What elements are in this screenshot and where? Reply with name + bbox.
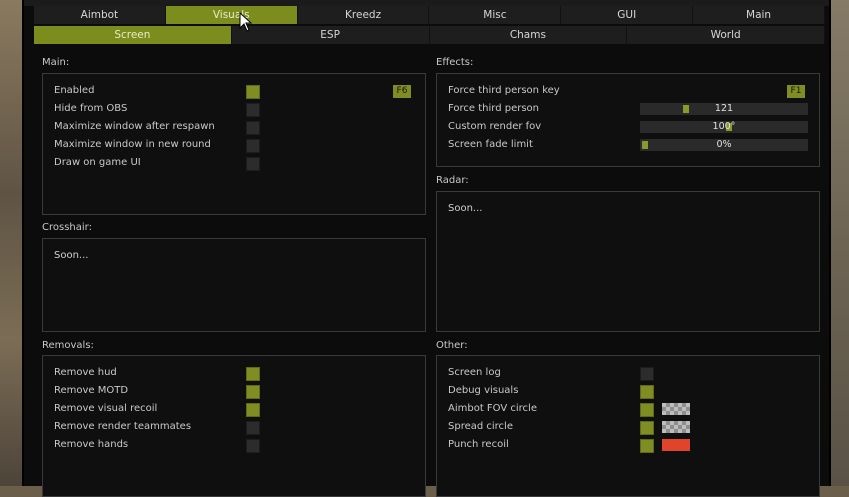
remove-motd-checkbox[interactable] — [246, 385, 260, 399]
remove-render-teammates-label: Remove render teammates — [54, 421, 192, 432]
spread-circle-color-swatch[interactable] — [662, 421, 690, 433]
mouse-cursor-icon — [239, 12, 253, 32]
screen-fade-limit-label: Screen fade limit — [448, 139, 533, 150]
effects-section-title: Effects: — [436, 57, 474, 68]
other-section-title: Other: — [436, 340, 468, 351]
crosshair-section-title: Crosshair: — [42, 222, 92, 233]
aimbot-fov-circle-color-swatch[interactable] — [662, 403, 690, 415]
subtab-screen[interactable]: Screen — [34, 26, 232, 44]
subtab-chams[interactable]: Chams — [430, 26, 628, 44]
subtab-world[interactable]: World — [627, 26, 825, 44]
tab-main[interactable]: Main — [693, 6, 825, 24]
aimbot-fov-circle-checkbox[interactable] — [640, 403, 654, 417]
slider-value: 0% — [716, 139, 732, 150]
slider-value: 121 — [714, 103, 734, 114]
radar-placeholder-text: Soon... — [448, 203, 483, 214]
tab-aimbot[interactable]: Aimbot — [34, 6, 166, 24]
force-third-person-label: Force third person — [448, 103, 540, 114]
maximize-new-round-checkbox[interactable] — [246, 139, 260, 153]
other-panel: Screen log Debug visuals Aimbot FOV circ… — [436, 355, 820, 497]
sub-tab-bar: Screen ESP Chams World — [34, 26, 825, 44]
tab-visuals[interactable]: Visuals — [165, 6, 298, 24]
punch-recoil-color-swatch[interactable] — [662, 439, 690, 451]
spread-circle-checkbox[interactable] — [640, 421, 654, 435]
main-panel: Enabled F6 Hide from OBS Maximize window… — [42, 73, 426, 215]
aimbot-fov-circle-label: Aimbot FOV circle — [448, 403, 537, 414]
screen-log-checkbox[interactable] — [640, 367, 654, 381]
tab-misc[interactable]: Misc — [429, 6, 562, 24]
force-third-person-key-label: Force third person key — [448, 85, 560, 96]
punch-recoil-checkbox[interactable] — [640, 439, 654, 453]
screen-fade-limit-slider[interactable]: 0% — [640, 139, 808, 151]
debug-visuals-checkbox[interactable] — [640, 385, 654, 399]
maximize-after-respawn-label: Maximize window after respawn — [54, 121, 215, 132]
punch-recoil-label: Punch recoil — [448, 439, 509, 450]
screen-log-label: Screen log — [448, 367, 501, 378]
custom-render-fov-slider[interactable]: 100° — [640, 121, 808, 133]
force-third-person-key-badge[interactable]: F1 — [787, 85, 805, 98]
cheat-menu-window: Aimbot Visuals Kreedz Misc GUI Main Scre… — [22, 0, 831, 497]
remove-hands-checkbox[interactable] — [246, 439, 260, 453]
effects-panel: Force third person key F1 Force third pe… — [436, 73, 820, 167]
draw-on-game-ui-label: Draw on game UI — [54, 157, 141, 168]
remove-hands-label: Remove hands — [54, 439, 129, 450]
enabled-label: Enabled — [54, 85, 95, 96]
crosshair-panel: Soon... — [42, 238, 426, 332]
radar-section-title: Radar: — [436, 175, 469, 186]
hide-from-obs-label: Hide from OBS — [54, 103, 128, 114]
removals-section-title: Removals: — [42, 340, 94, 351]
hide-from-obs-checkbox[interactable] — [246, 103, 260, 117]
debug-visuals-label: Debug visuals — [448, 385, 519, 396]
remove-visual-recoil-label: Remove visual recoil — [54, 403, 158, 414]
remove-visual-recoil-checkbox[interactable] — [246, 403, 260, 417]
remove-motd-label: Remove MOTD — [54, 385, 129, 396]
removals-panel: Remove hud Remove MOTD Remove visual rec… — [42, 355, 426, 497]
force-third-person-slider[interactable]: 121 — [640, 103, 808, 115]
remove-hud-checkbox[interactable] — [246, 367, 260, 381]
subtab-esp[interactable]: ESP — [232, 26, 430, 44]
tab-kreedz[interactable]: Kreedz — [298, 6, 430, 24]
draw-on-game-ui-checkbox[interactable] — [246, 157, 260, 171]
slider-value: 100° — [712, 121, 736, 132]
remove-hud-label: Remove hud — [54, 367, 117, 378]
maximize-new-round-label: Maximize window in new round — [54, 139, 211, 150]
radar-panel: Soon... — [436, 191, 820, 332]
enabled-hotkey-badge[interactable]: F6 — [393, 85, 411, 98]
remove-render-teammates-checkbox[interactable] — [246, 421, 260, 435]
maximize-after-respawn-checkbox[interactable] — [246, 121, 260, 135]
enabled-checkbox[interactable] — [246, 85, 260, 99]
main-tab-bar: Aimbot Visuals Kreedz Misc GUI Main — [34, 6, 825, 24]
crosshair-placeholder-text: Soon... — [54, 250, 89, 261]
main-section-title: Main: — [42, 57, 70, 68]
custom-render-fov-label: Custom render fov — [448, 121, 542, 132]
spread-circle-label: Spread circle — [448, 421, 513, 432]
tab-gui[interactable]: GUI — [561, 6, 694, 24]
